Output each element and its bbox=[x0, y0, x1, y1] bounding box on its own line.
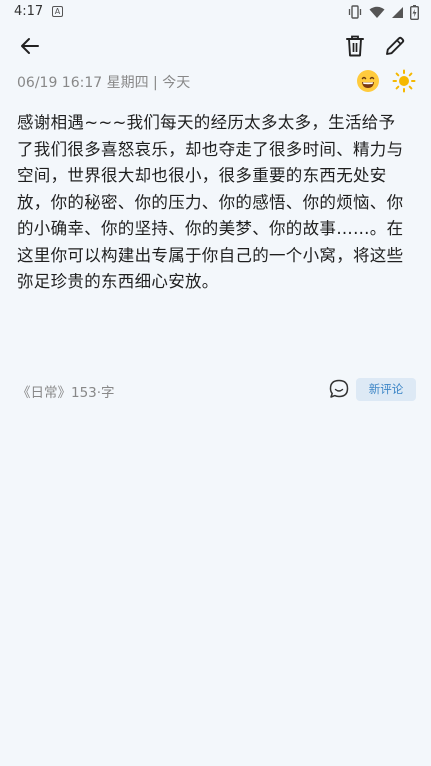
pencil-icon bbox=[386, 36, 405, 55]
status-time: 4:17 bbox=[14, 4, 44, 19]
entry-content: 感谢相遇~~~我们每天的经历太多太多，生活给予了我们很多喜怒哀乐，却也夺走了很多… bbox=[17, 113, 404, 291]
grinning-face-icon[interactable] bbox=[356, 69, 380, 93]
status-icons bbox=[347, 4, 419, 20]
sun-icon[interactable] bbox=[392, 69, 416, 93]
status-bar: 4:17 A bbox=[0, 0, 431, 24]
new-comment-button[interactable]: 新评论 bbox=[356, 378, 416, 401]
toolbar bbox=[0, 28, 431, 64]
wifi-icon bbox=[369, 6, 385, 19]
edit-button[interactable] bbox=[377, 28, 413, 64]
delete-button[interactable] bbox=[337, 28, 373, 64]
entry-date: 06/19 16:17 星期四 | 今天 bbox=[17, 75, 191, 91]
back-button[interactable] bbox=[12, 28, 48, 64]
entry-category-wordcount: 《日常》153·字 bbox=[17, 385, 115, 401]
arrow-left-icon bbox=[21, 38, 39, 54]
battery-icon bbox=[410, 4, 419, 20]
entry-meta: 06/19 16:17 星期四 | 今天 bbox=[17, 69, 417, 94]
entry-footer: 《日常》153·字 新评论 bbox=[17, 378, 417, 402]
vibrate-icon bbox=[347, 5, 363, 19]
signal-icon bbox=[391, 6, 404, 19]
trash-icon bbox=[346, 35, 364, 57]
comment-bubble-icon[interactable] bbox=[328, 378, 350, 400]
notification-icon: A bbox=[52, 6, 63, 17]
